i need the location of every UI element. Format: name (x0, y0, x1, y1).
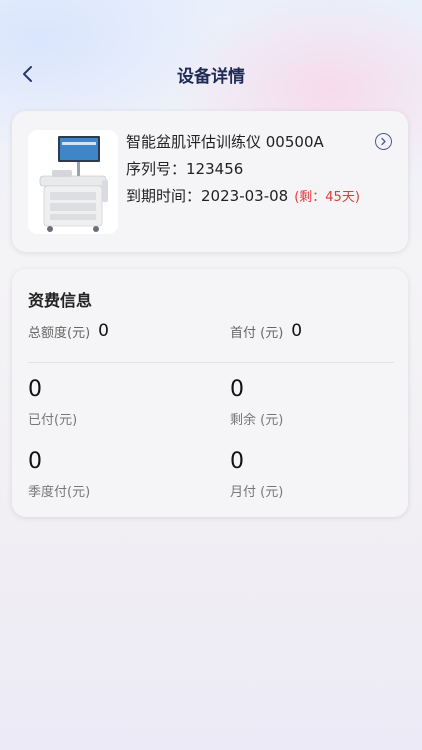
page-title: 设备详情 (177, 67, 245, 87)
fee-card: 资费信息 总额度(元) 0 首付 (元) 0 0 已付(元) 0 剩余 (元) … (12, 269, 408, 517)
total-amount-row: 总额度(元) 0 (28, 321, 109, 341)
paid-value: 0 (28, 377, 42, 402)
paid-label: 已付(元) (28, 413, 78, 428)
total-amount-label: 总额度(元) (28, 325, 91, 341)
monthly-label: 月付 (元) (230, 485, 284, 500)
serial-value: 123456 (186, 160, 244, 178)
expiry-line: 到期时间：2023-03-08 (剩：45天) (126, 185, 360, 206)
chevron-right-circle-icon[interactable] (375, 133, 392, 150)
down-payment-row: 首付 (元) 0 (230, 321, 302, 341)
nav-header: 设备详情 (0, 50, 422, 98)
quarterly-value: 0 (28, 449, 42, 474)
serial-line: 序列号：123456 (126, 158, 243, 179)
total-amount-value: 0 (98, 321, 109, 341)
serial-label: 序列号： (126, 160, 187, 178)
monthly-value: 0 (230, 449, 244, 474)
expiry-label: 到期时间： (126, 187, 202, 205)
divider (28, 362, 394, 363)
remaining-value: 0 (230, 377, 244, 402)
expiry-value: 2023-03-08 (201, 187, 289, 205)
down-payment-value: 0 (291, 321, 303, 341)
device-image (28, 130, 118, 234)
down-payment-label: 首付 (元) (230, 325, 284, 341)
device-name: 智能盆肌评估训练仪 00500A (126, 133, 324, 151)
fee-section-title: 资费信息 (28, 291, 93, 310)
remaining-days: (剩：45天) (294, 190, 360, 205)
remaining-label: 剩余 (元) (230, 413, 284, 428)
quarterly-label: 季度付(元) (28, 485, 91, 500)
device-card[interactable]: 智能盆肌评估训练仪 00500A 序列号：123456 到期时间：2023-03… (12, 111, 408, 252)
